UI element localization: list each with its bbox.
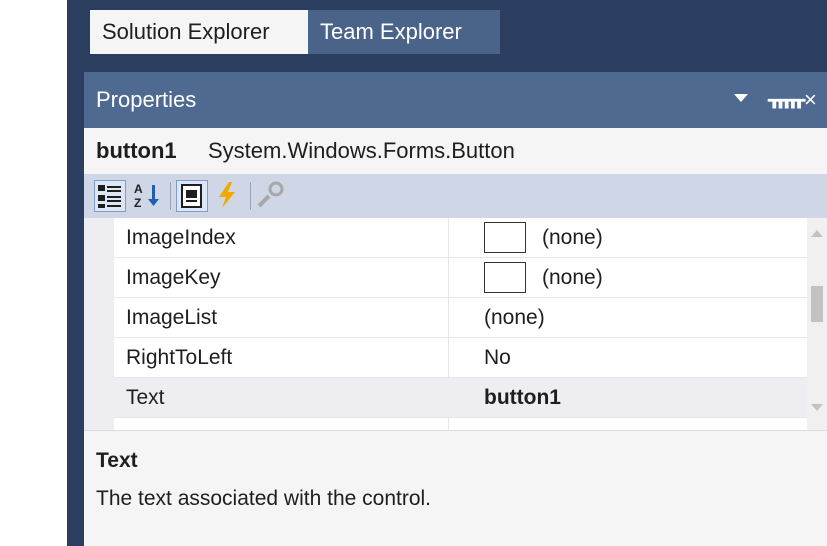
pin-icon[interactable]: ᚅ <box>768 72 805 128</box>
property-value[interactable]: No <box>484 338 511 378</box>
scroll-down-icon[interactable] <box>811 404 823 411</box>
property-row-imagelist[interactable]: ImageList (none) <box>114 298 807 338</box>
property-row-text[interactable]: Text button1 <box>114 378 807 418</box>
object-selector[interactable]: button1 System.Windows.Forms.Button <box>84 128 827 174</box>
property-name: RightToLeft <box>126 346 233 369</box>
property-grid: ImageIndex (none) ImageKey (none) ImageL… <box>84 218 827 430</box>
image-swatch <box>484 222 526 253</box>
events-icon[interactable] <box>212 180 244 212</box>
property-name: Text <box>126 386 165 409</box>
scroll-up-icon[interactable] <box>811 230 823 237</box>
close-icon[interactable]: × <box>804 72 817 128</box>
object-type: System.Windows.Forms.Button <box>208 138 515 163</box>
categorized-icon[interactable] <box>94 180 126 212</box>
property-name: ImageKey <box>126 266 221 289</box>
svg-text:Z: Z <box>134 196 141 210</box>
property-row-righttoleft[interactable]: RightToLeft No <box>114 338 807 378</box>
object-name: button1 <box>96 138 177 163</box>
properties-toolbar: A Z <box>84 174 827 218</box>
background <box>0 0 67 546</box>
scroll-thumb[interactable] <box>811 286 823 322</box>
description-pane: Text The text associated with the contro… <box>84 430 827 546</box>
properties-panel: Properties ᚅ × button1 System.Windows.Fo… <box>84 72 827 546</box>
property-name: ImageIndex <box>126 226 236 249</box>
window-border <box>67 0 75 546</box>
property-value[interactable]: (none) <box>484 298 545 338</box>
property-name: ImageList <box>126 306 218 329</box>
toolbar-separator <box>170 182 171 210</box>
properties-icon[interactable] <box>176 180 208 212</box>
alphabetical-icon[interactable]: A Z <box>132 180 164 212</box>
toolbar-separator <box>250 182 251 210</box>
dropdown-arrow-icon[interactable] <box>734 94 748 102</box>
panel-title: Properties <box>96 87 197 112</box>
property-row-imagekey[interactable]: ImageKey (none) <box>114 258 807 298</box>
properties-header: Properties ᚅ × <box>84 72 827 128</box>
vertical-scrollbar[interactable] <box>807 218 827 430</box>
property-value[interactable]: (none) <box>542 218 603 258</box>
property-value[interactable]: (none) <box>542 258 603 298</box>
property-row-imageindex[interactable]: ImageIndex (none) <box>114 218 807 258</box>
tab-team-explorer[interactable]: Team Explorer <box>308 10 500 54</box>
property-value[interactable]: button1 <box>484 378 561 418</box>
image-swatch <box>484 262 526 293</box>
grid-gutter <box>84 218 114 430</box>
svg-text:A: A <box>134 182 143 196</box>
tab-solution-explorer[interactable]: Solution Explorer <box>90 10 308 54</box>
description-title: Text <box>96 449 138 472</box>
description-text: The text associated with the control. <box>96 487 432 510</box>
property-row-partial <box>114 418 807 430</box>
property-pages-icon[interactable] <box>256 180 288 212</box>
